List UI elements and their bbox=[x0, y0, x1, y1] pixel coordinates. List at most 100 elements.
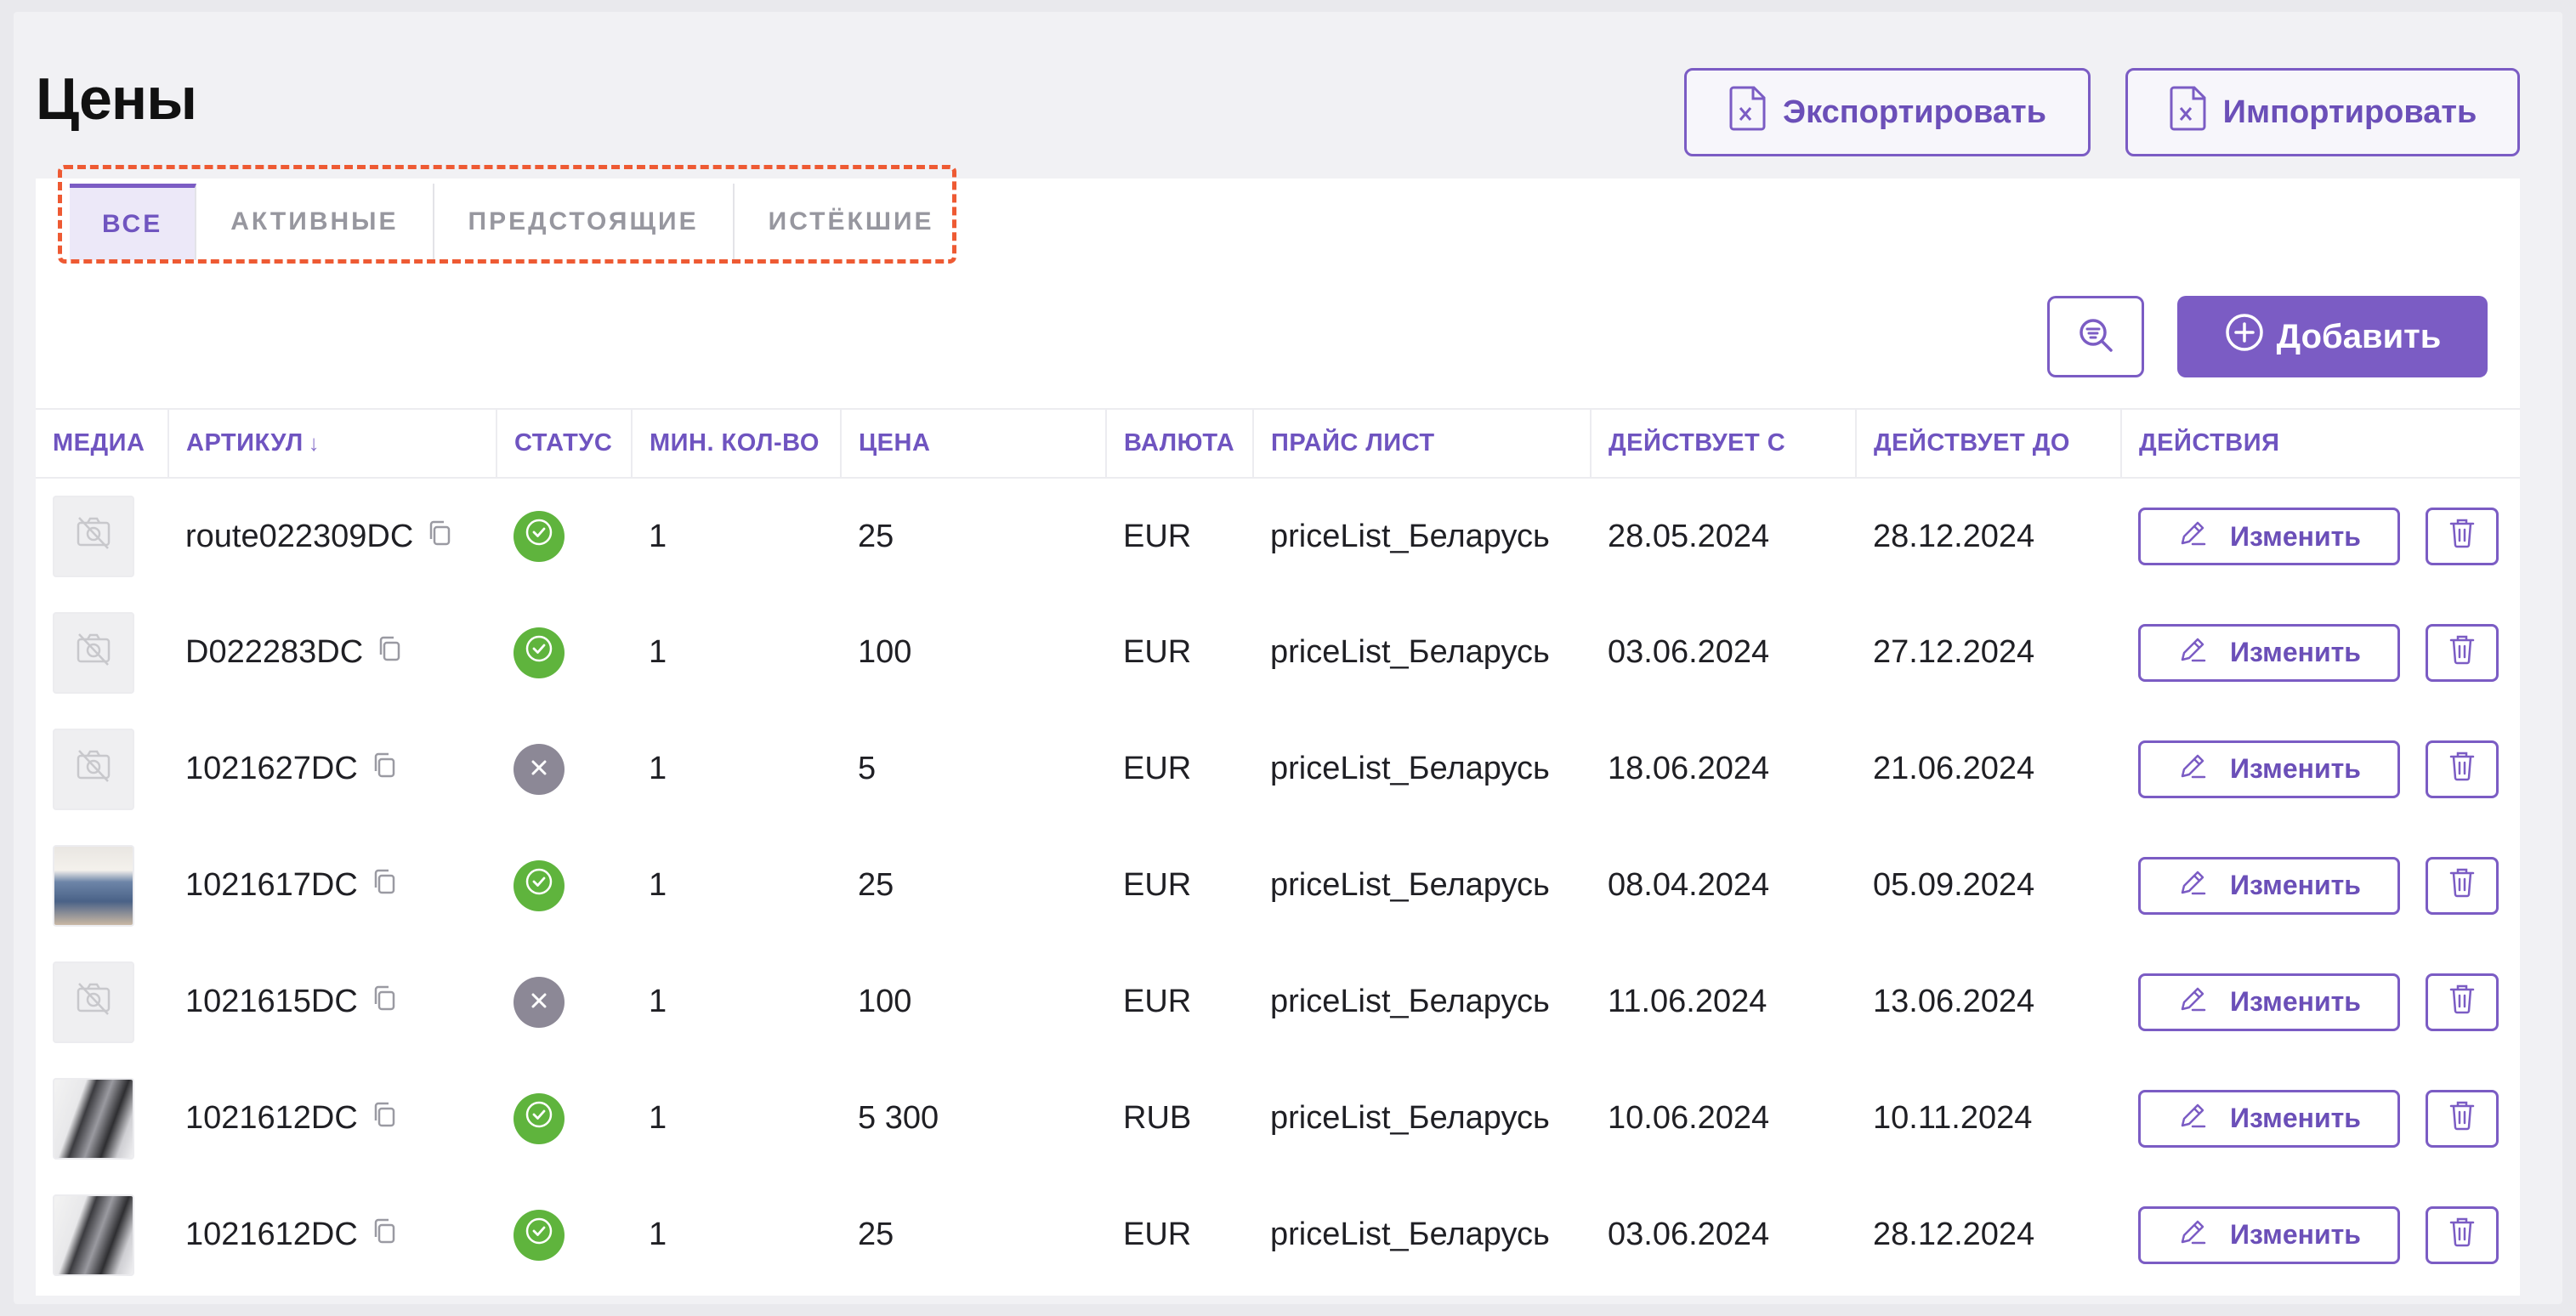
add-button[interactable]: Добавить bbox=[2177, 296, 2488, 377]
media-cell bbox=[36, 1177, 168, 1293]
table-row: 1021612DC 1 5 300 RUB priceList_Беларусь 10.0… bbox=[36, 1060, 2520, 1177]
status-badge bbox=[513, 976, 565, 1028]
column-header-sku[interactable]: АРТИКУЛ ↓ bbox=[168, 408, 497, 479]
price-cell: 100 bbox=[858, 984, 912, 1019]
delete-button[interactable] bbox=[2426, 740, 2499, 798]
copy-icon[interactable] bbox=[372, 751, 397, 787]
min-qty-cell: 1 bbox=[649, 984, 667, 1019]
table-header-row: МЕДИА АРТИКУЛ ↓ СТАТУС МИН. КОЛ-ВО ЦЕНА В… bbox=[36, 408, 2520, 479]
product-thumbnail[interactable] bbox=[53, 496, 134, 577]
trash-icon bbox=[2447, 748, 2477, 791]
delete-button[interactable] bbox=[2426, 1205, 2499, 1264]
product-thumbnail[interactable] bbox=[53, 611, 134, 694]
delete-button[interactable] bbox=[2426, 623, 2499, 682]
currency-cell: EUR bbox=[1123, 1217, 1192, 1252]
actions-cell: Изменить bbox=[2121, 478, 2520, 594]
search-filter-icon bbox=[2075, 315, 2116, 360]
status-cell bbox=[496, 478, 632, 594]
search-filter-button[interactable] bbox=[2047, 296, 2144, 377]
edit-button[interactable]: Изменить bbox=[2138, 1205, 2400, 1264]
copy-icon[interactable] bbox=[372, 1217, 397, 1253]
column-header-currency: ВАЛЮТА bbox=[1106, 408, 1254, 479]
status-cell bbox=[496, 1060, 632, 1177]
valid-from-cell: 10.06.2024 bbox=[1608, 1100, 1770, 1136]
check-circle-icon bbox=[525, 1217, 553, 1254]
column-header-valid-from: ДЕЙСТВУЕТ С bbox=[1591, 408, 1857, 479]
price-cell: 25 bbox=[858, 518, 894, 554]
min-qty-cell: 1 bbox=[649, 751, 667, 786]
product-thumbnail[interactable] bbox=[53, 844, 134, 927]
status-cell bbox=[496, 827, 632, 944]
copy-icon[interactable] bbox=[372, 867, 397, 904]
import-button[interactable]: Импортировать bbox=[2125, 68, 2520, 156]
delete-button[interactable] bbox=[2426, 973, 2499, 1031]
delete-button[interactable] bbox=[2426, 508, 2499, 565]
status-badge bbox=[513, 511, 565, 562]
valid-from-cell: 11.06.2024 bbox=[1608, 984, 1767, 1019]
check-circle-icon bbox=[525, 518, 553, 555]
pencil-icon bbox=[2177, 634, 2208, 672]
price-list-cell: priceList_Беларусь bbox=[1270, 518, 1550, 554]
edit-button[interactable]: Изменить bbox=[2138, 856, 2400, 915]
copy-icon[interactable] bbox=[372, 984, 397, 1020]
pencil-icon bbox=[2177, 751, 2208, 788]
column-header-media: МЕДИА bbox=[36, 408, 169, 479]
sku-cell: 1021612DC bbox=[168, 1177, 496, 1293]
sku-text: 1021612DC bbox=[185, 1100, 358, 1136]
product-thumbnail[interactable] bbox=[53, 728, 134, 810]
export-label: Экспортировать bbox=[1783, 94, 2046, 130]
delete-button[interactable] bbox=[2426, 856, 2499, 915]
media-cell bbox=[36, 944, 168, 1060]
price-cell: 5 300 bbox=[858, 1100, 939, 1136]
trash-icon bbox=[2447, 515, 2477, 558]
delete-button[interactable] bbox=[2426, 1089, 2499, 1148]
currency-cell: EUR bbox=[1123, 634, 1192, 670]
sku-text: 1021617DC bbox=[185, 867, 358, 903]
copy-icon[interactable] bbox=[427, 519, 452, 555]
check-circle-icon bbox=[525, 867, 553, 905]
copy-icon[interactable] bbox=[377, 634, 402, 671]
table-row: 1021612DC 1 25 EUR priceList_Беларусь 03.06.2… bbox=[36, 1177, 2520, 1293]
currency-cell: EUR bbox=[1123, 751, 1192, 786]
table-row: 1021627DC 1 5 EUR priceList_Беларусь 18.06.20… bbox=[36, 711, 2520, 827]
product-thumbnail[interactable] bbox=[53, 961, 134, 1043]
status-cell bbox=[496, 1177, 632, 1293]
pencil-icon bbox=[2177, 984, 2208, 1021]
price-cell: 25 bbox=[858, 1217, 894, 1252]
tab-all[interactable]: ВСЕ bbox=[70, 184, 197, 260]
sku-text: D022283DC bbox=[185, 634, 364, 670]
prices-card: ВСЕ АКТИВНЫЕ ПРЕДСТОЯЩИЕ ИСТЁКШИЕ Добави… bbox=[36, 179, 2520, 1296]
actions-cell: Изменить bbox=[2121, 1060, 2520, 1177]
price-list-cell: priceList_Беларусь bbox=[1270, 984, 1550, 1019]
min-qty-cell: 1 bbox=[649, 518, 667, 554]
sku-cell: 1021617DC bbox=[168, 827, 496, 944]
edit-button[interactable]: Изменить bbox=[2138, 740, 2400, 798]
status-badge bbox=[513, 1092, 565, 1144]
media-cell bbox=[36, 1060, 168, 1177]
excel-file-icon bbox=[1728, 85, 1767, 139]
status-badge bbox=[513, 743, 565, 795]
trash-icon bbox=[2447, 1098, 2477, 1140]
sku-text: 1021615DC bbox=[185, 984, 358, 1019]
edit-button[interactable]: Изменить bbox=[2138, 623, 2400, 682]
edit-button[interactable]: Изменить bbox=[2138, 508, 2400, 565]
tab-upcoming[interactable]: ПРЕДСТОЯЩИЕ bbox=[434, 184, 735, 260]
cross-icon bbox=[528, 984, 550, 1020]
price-list-cell: priceList_Беларусь bbox=[1270, 1100, 1550, 1136]
actions-cell: Изменить bbox=[2121, 944, 2520, 1060]
edit-button[interactable]: Изменить bbox=[2138, 973, 2400, 1031]
column-header-sku-label: АРТИКУЛ bbox=[186, 429, 304, 457]
valid-from-cell: 03.06.2024 bbox=[1608, 1217, 1770, 1252]
edit-label: Изменить bbox=[2230, 986, 2361, 1017]
price-list-cell: priceList_Беларусь bbox=[1270, 867, 1550, 903]
edit-label: Изменить bbox=[2230, 753, 2361, 784]
product-thumbnail[interactable] bbox=[53, 1077, 134, 1160]
edit-button[interactable]: Изменить bbox=[2138, 1089, 2400, 1148]
currency-cell: EUR bbox=[1123, 867, 1192, 903]
copy-icon[interactable] bbox=[372, 1100, 397, 1137]
edit-label: Изменить bbox=[2230, 1103, 2361, 1133]
export-button[interactable]: Экспортировать bbox=[1684, 68, 2091, 156]
tab-active[interactable]: АКТИВНЫЕ bbox=[196, 184, 434, 260]
tab-expired[interactable]: ИСТЁКШИЕ bbox=[735, 184, 968, 260]
product-thumbnail[interactable] bbox=[53, 1194, 134, 1276]
